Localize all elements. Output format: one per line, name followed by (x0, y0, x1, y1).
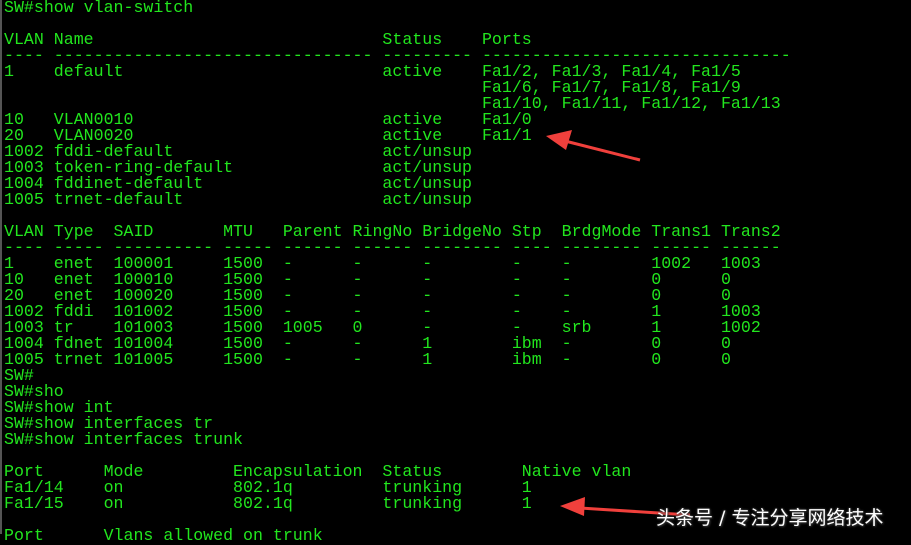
terminal-line: 1005 trnet 101005 1500 - - 1 ibm - 0 0 (4, 350, 731, 369)
terminal-line: SW# (4, 366, 34, 385)
terminal-line: SW#show interfaces trunk (4, 430, 243, 449)
terminal-window[interactable]: SW#show vlan-switch VLAN Name Status Port… (0, 0, 911, 544)
watermark: 头条号 / 专注分享网络技术 (656, 507, 884, 529)
terminal-line: SW#show vlan-switch (4, 0, 194, 17)
terminal-line: Port Vlans allowed on trunk (4, 526, 323, 545)
terminal-line: 1005 trnet-default act/unsup (4, 190, 473, 209)
terminal-line: SW#sho (4, 382, 64, 401)
